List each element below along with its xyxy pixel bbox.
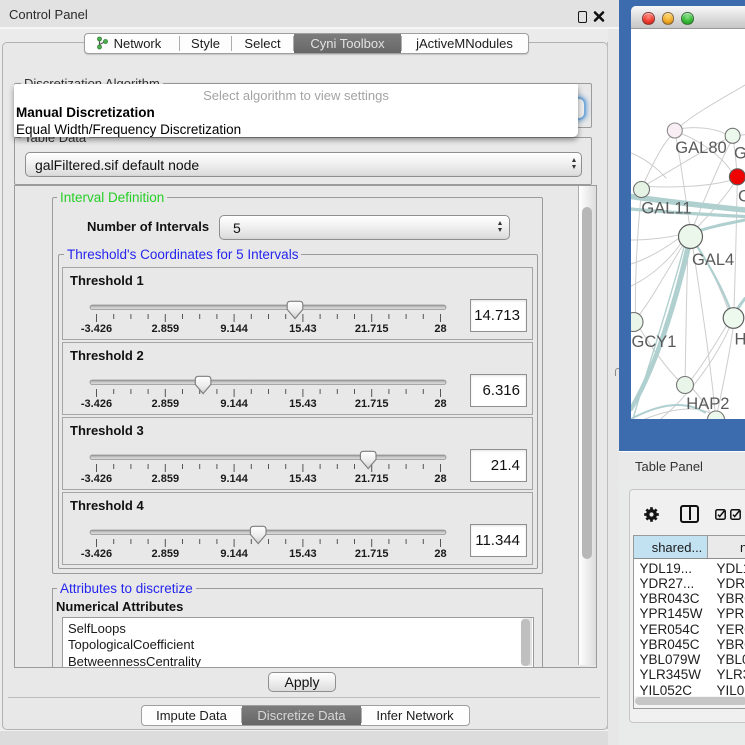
svg-text:9.144: 9.144 (220, 398, 248, 410)
svg-text:28: 28 (434, 473, 446, 485)
svg-text:21.715: 21.715 (354, 473, 388, 485)
svg-text:-3.426: -3.426 (80, 398, 111, 410)
svg-text:15.43: 15.43 (289, 323, 317, 335)
svg-text:GCY1: GCY1 (632, 332, 677, 350)
svg-text:15.43: 15.43 (289, 473, 317, 485)
svg-text:GAL80: GAL80 (675, 139, 726, 157)
svg-text:C: C (738, 187, 745, 205)
svg-text:GAL11: GAL11 (641, 199, 691, 217)
svg-text:28: 28 (434, 398, 446, 410)
svg-text:2.859: 2.859 (151, 398, 179, 410)
svg-text:-3.426: -3.426 (80, 548, 111, 560)
svg-text:2.859: 2.859 (151, 473, 179, 485)
svg-text:H: H (735, 330, 745, 348)
svg-text:-3.426: -3.426 (80, 473, 111, 485)
svg-text:15.43: 15.43 (289, 398, 317, 410)
svg-text:2.859: 2.859 (151, 548, 179, 560)
svg-text:28: 28 (434, 323, 446, 335)
svg-text:GAL4: GAL4 (692, 250, 734, 268)
svg-text:GA: GA (734, 144, 745, 162)
svg-text:21.715: 21.715 (354, 548, 388, 560)
svg-text:21.715: 21.715 (354, 398, 388, 410)
svg-text:9.144: 9.144 (220, 323, 248, 335)
svg-text:-3.426: -3.426 (80, 323, 111, 335)
svg-text:15.43: 15.43 (289, 548, 317, 560)
svg-text:28: 28 (434, 548, 446, 560)
svg-text:2.859: 2.859 (151, 323, 179, 335)
svg-text:21.715: 21.715 (354, 323, 388, 335)
svg-text:9.144: 9.144 (220, 473, 248, 485)
svg-text:9.144: 9.144 (220, 548, 248, 560)
svg-text:HAP2: HAP2 (686, 395, 729, 413)
